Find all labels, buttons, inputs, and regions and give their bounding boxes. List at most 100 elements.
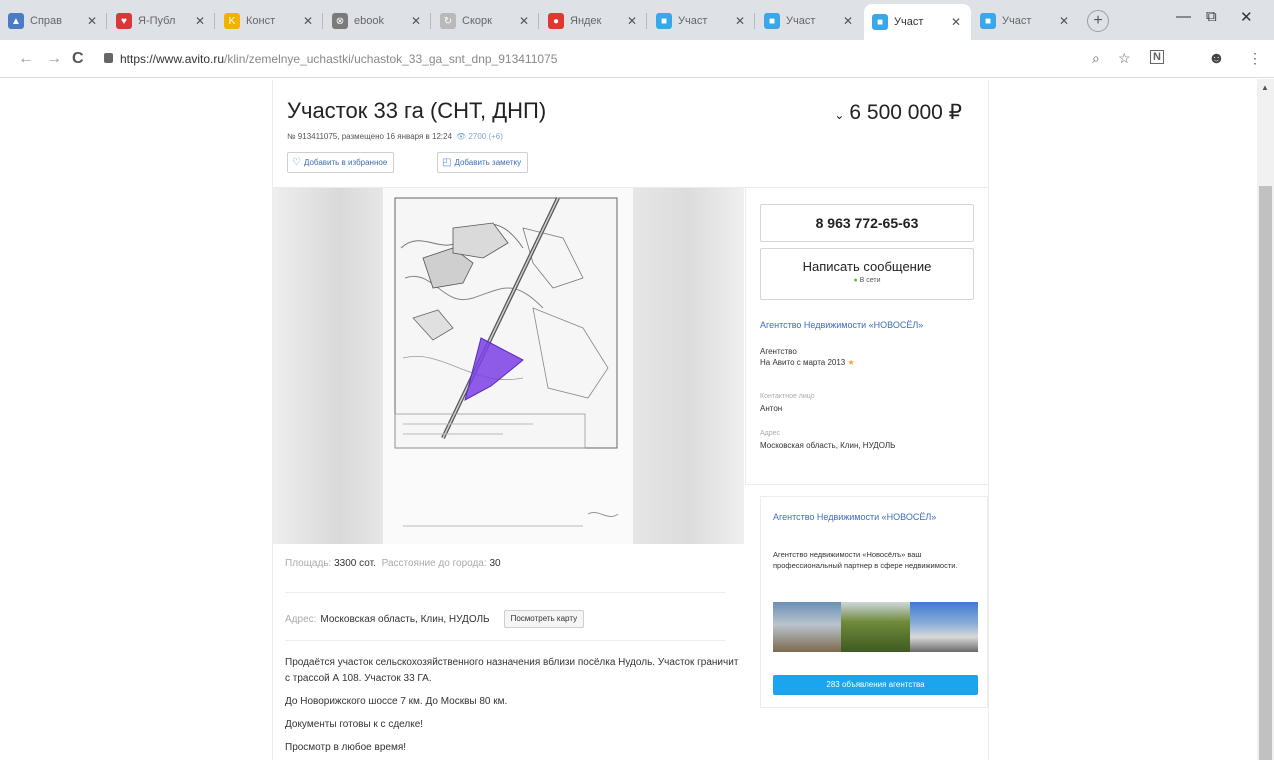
tab-favicon-icon: ● xyxy=(548,13,564,29)
address-value: Московская область, Клин, НУДОЛЬ xyxy=(320,613,490,625)
agency-card: Агентство Недвижимости «НОВОСЁЛ» Агентст… xyxy=(760,496,988,708)
close-window-icon[interactable]: ✕ xyxy=(1240,8,1253,26)
listing-params: Площадь: 3300 сот. Расстояние до города:… xyxy=(285,558,504,569)
tab-close-icon[interactable]: ✕ xyxy=(949,15,963,29)
star-icon: ★ xyxy=(847,358,855,367)
agency-photo[interactable] xyxy=(841,602,910,652)
listing-photo[interactable] xyxy=(383,188,633,544)
tab-close-icon[interactable]: ✕ xyxy=(193,14,207,28)
browser-tab[interactable]: ♥ Я-Публ ✕ xyxy=(108,6,215,36)
browser-tab[interactable]: ● Яндек ✕ xyxy=(540,6,647,36)
divider xyxy=(285,592,725,593)
param-value: 3300 сот. xyxy=(334,558,376,569)
tab-favicon-icon: ■ xyxy=(872,14,888,30)
tab-separator xyxy=(106,13,107,29)
scroll-up-icon[interactable]: ▲ xyxy=(1261,83,1269,92)
divider xyxy=(285,640,725,641)
back-icon[interactable]: ← xyxy=(18,50,34,68)
address-label: Адрес: xyxy=(285,613,317,625)
favorite-label: Добавить в избранное xyxy=(303,158,388,167)
page-title: Участок 33 га (СНТ, ДНП) xyxy=(287,98,547,123)
listing-address: Адрес: Московская область, Клин, НУДОЛЬ … xyxy=(285,610,585,628)
listing-meta: № 913411075, размещено 16 января в 12:24… xyxy=(287,132,503,141)
description-paragraph: Документы готовы к с сделке! xyxy=(285,719,424,730)
agency-photos[interactable] xyxy=(773,602,978,652)
price[interactable]: ⌄ 6 500 000 ₽ xyxy=(834,100,962,125)
tab-title: Участ xyxy=(894,16,924,28)
zoom-icon[interactable]: ⌕ xyxy=(1092,50,1100,67)
tab-strip: ▲ Справ ✕ ♥ Я-Публ ✕ K Конст ✕ ⊗ ebook ✕… xyxy=(0,0,1274,40)
tab-close-icon[interactable]: ✕ xyxy=(733,14,747,28)
write-message-button[interactable]: Написать сообщение ● В сети xyxy=(760,248,974,300)
tab-close-icon[interactable]: ✕ xyxy=(625,14,639,28)
reload-icon[interactable]: C xyxy=(72,50,84,68)
online-status-text: В сети xyxy=(859,277,881,284)
tab-favicon-icon: ⊗ xyxy=(332,13,348,29)
seller-type: Агентство xyxy=(760,347,797,356)
tab-close-icon[interactable]: ✕ xyxy=(85,14,99,28)
browser-tab[interactable]: ■ Участ ✕ xyxy=(756,6,863,36)
agency-name-link[interactable]: Агентство Недвижимости «НОВОСЁЛ» xyxy=(773,511,953,524)
add-favorite-button[interactable]: ♡ Добавить в избранное xyxy=(287,152,395,173)
tab-close-icon[interactable]: ✕ xyxy=(841,14,855,28)
browser-tab[interactable]: K Конст ✕ xyxy=(216,6,323,36)
address-bar[interactable]: https://www.avito.ru/klin/zemelnye_uchas… xyxy=(120,48,557,70)
tab-title: Яндек xyxy=(570,15,602,27)
bookmark-star-icon[interactable]: ☆ xyxy=(1118,50,1131,67)
phone-button[interactable]: 8 963 772-65-63 xyxy=(760,204,974,242)
param-label: Расстояние до города: xyxy=(381,558,487,569)
agency-ads-button[interactable]: 283 объявления агентства xyxy=(773,675,978,695)
browser-toolbar: ← → C https://www.avito.ru/klin/zemelnye… xyxy=(0,40,1274,78)
tab-separator xyxy=(646,13,647,29)
minimize-icon[interactable]: — xyxy=(1176,8,1191,25)
forward-icon[interactable]: → xyxy=(46,50,62,68)
agency-photo[interactable] xyxy=(773,602,842,652)
message-label: Написать сообщение xyxy=(802,259,932,274)
seller-address: Московская область, Клин, НУДОЛЬ xyxy=(760,441,896,450)
description-paragraph: Просмотр в любое время! xyxy=(285,742,407,753)
tab-close-icon[interactable]: ✕ xyxy=(301,14,315,28)
browser-tab[interactable]: ■ Участ ✕ xyxy=(648,6,755,36)
param-label: Площадь: xyxy=(285,558,332,569)
gallery-blur-left xyxy=(273,188,383,544)
seller-since-text: На Авито с марта 2013 xyxy=(760,358,846,367)
lock-icon xyxy=(104,53,113,63)
listing-number: № 913411075, размещено 16 января в 12:24 xyxy=(287,132,453,141)
tab-separator xyxy=(214,13,215,29)
seller-address-label: Адрес xyxy=(760,430,781,437)
tab-close-icon[interactable]: ✕ xyxy=(1057,14,1071,28)
show-map-button[interactable]: Посмотреть карту xyxy=(503,610,585,628)
tab-title: ebook xyxy=(354,15,384,27)
photo-gallery[interactable] xyxy=(273,188,744,544)
contact-name: Антон xyxy=(760,404,783,413)
tab-separator xyxy=(430,13,431,29)
maximize-icon[interactable]: ⧉ xyxy=(1206,8,1217,25)
seller-name-link[interactable]: Агентство Недвижимости «НОВОСЁЛ» xyxy=(760,319,940,331)
extension-icon[interactable]: N xyxy=(1150,50,1164,64)
url-path: /klin/zemelnye_uchastki/uchastok_33_ga_s… xyxy=(224,52,558,66)
tab-close-icon[interactable]: ✕ xyxy=(517,14,531,28)
tab-close-icon[interactable]: ✕ xyxy=(409,14,423,28)
browser-tab[interactable]: ↻ Скорк ✕ xyxy=(432,6,539,36)
tab-favicon-icon: K xyxy=(224,13,240,29)
chevron-down-icon: ⌄ xyxy=(834,108,845,122)
browser-tab[interactable]: ⊗ ebook ✕ xyxy=(324,6,431,36)
tab-favicon-icon: ↻ xyxy=(440,13,456,29)
gallery-blur-right xyxy=(633,188,744,544)
price-value: 6 500 000 ₽ xyxy=(849,101,962,124)
new-tab-button[interactable]: + xyxy=(1087,10,1109,32)
tab-favicon-icon: ■ xyxy=(980,13,996,29)
seller-since: На Авито с марта 2013 ★ xyxy=(760,357,855,368)
browser-tab-active[interactable]: ■ Участ ✕ xyxy=(864,4,971,40)
tab-title: Участ xyxy=(1002,15,1032,27)
add-note-button[interactable]: ◰ Добавить заметку xyxy=(437,152,529,173)
tab-separator xyxy=(322,13,323,29)
menu-icon[interactable]: ⋮ xyxy=(1248,50,1262,67)
listing-description: Продаётся участок сельскохозяйственного … xyxy=(285,655,745,763)
tab-title: Участ xyxy=(678,15,708,27)
scrollbar-thumb[interactable] xyxy=(1259,186,1272,760)
agency-photo[interactable] xyxy=(909,602,978,652)
browser-tab[interactable]: ▲ Справ ✕ xyxy=(0,6,107,36)
profile-icon[interactable]: ☻ xyxy=(1208,50,1225,68)
browser-tab[interactable]: ■ Участ ✕ xyxy=(972,6,1079,36)
